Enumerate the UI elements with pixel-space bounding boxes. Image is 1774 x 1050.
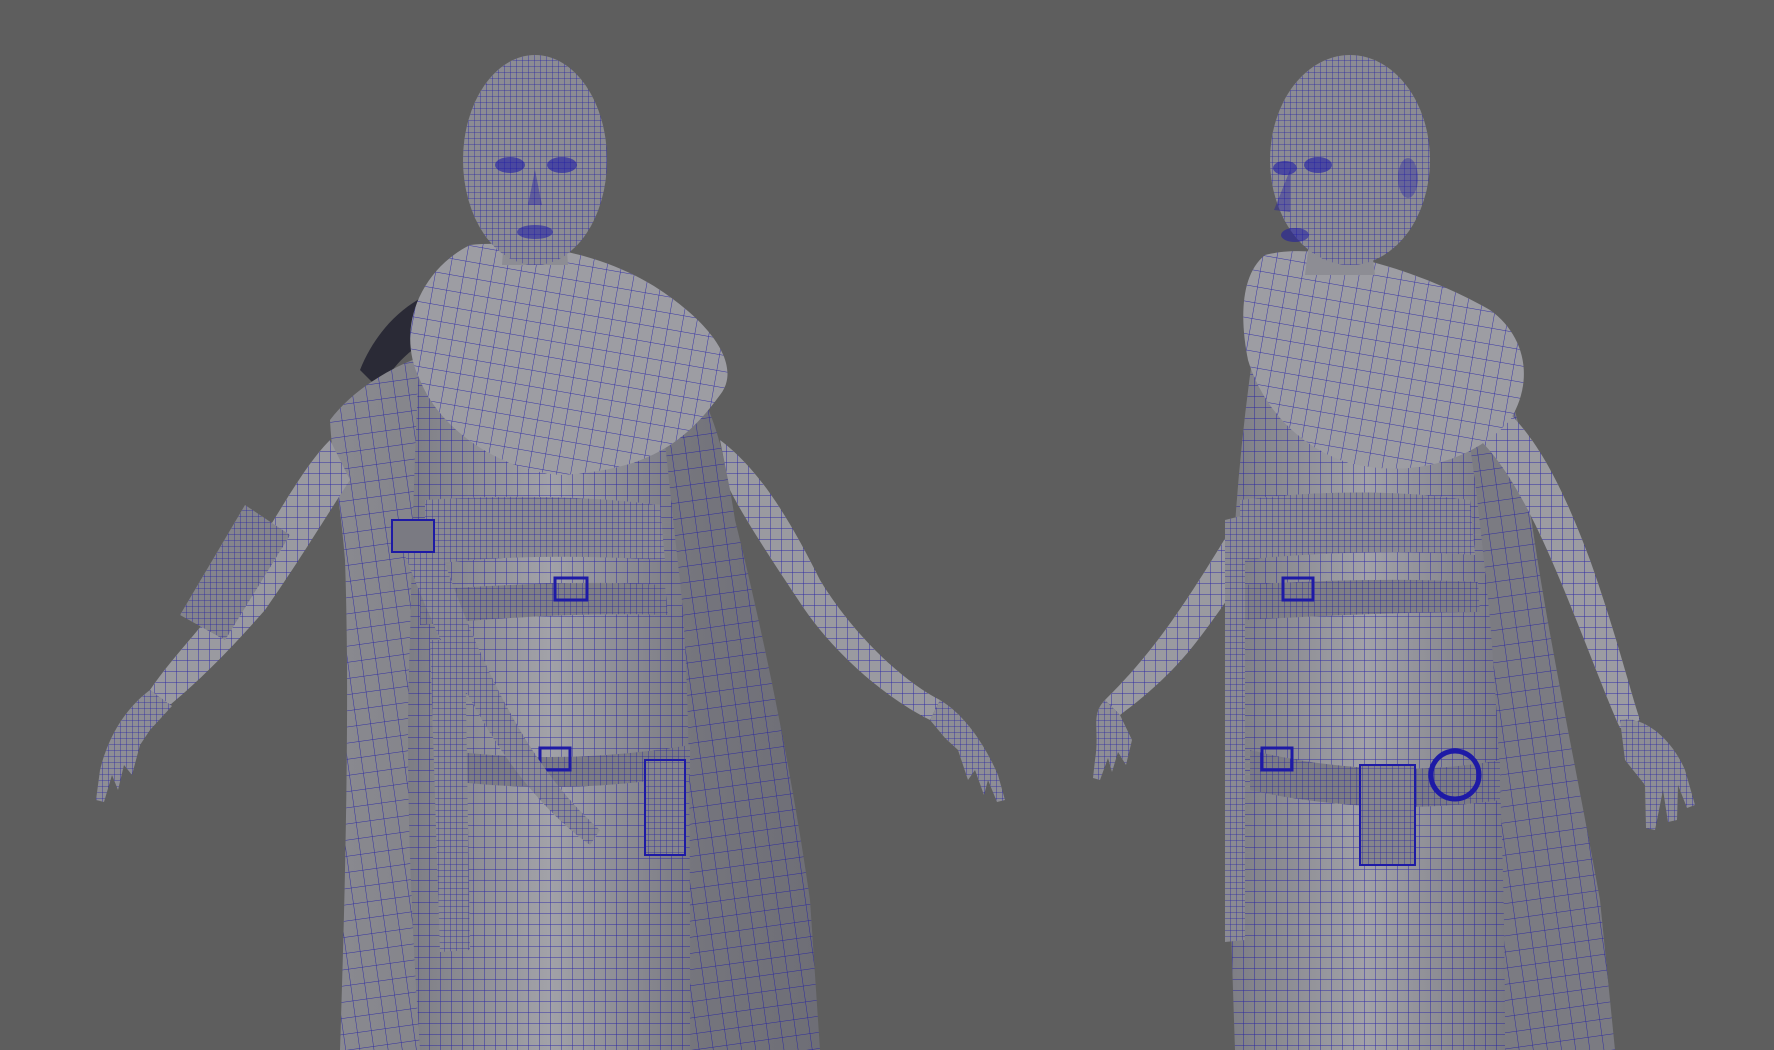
mouth	[1281, 228, 1309, 242]
right-eye	[547, 157, 577, 173]
left-eye	[495, 157, 525, 173]
mouth	[517, 225, 553, 239]
ear	[1398, 158, 1418, 198]
3d-viewport[interactable]	[0, 0, 1774, 1050]
right-eye	[1304, 157, 1332, 173]
head	[463, 55, 607, 265]
left-eye	[1273, 161, 1297, 175]
viewport-canvas[interactable]	[0, 0, 1774, 1050]
head	[1270, 55, 1430, 265]
